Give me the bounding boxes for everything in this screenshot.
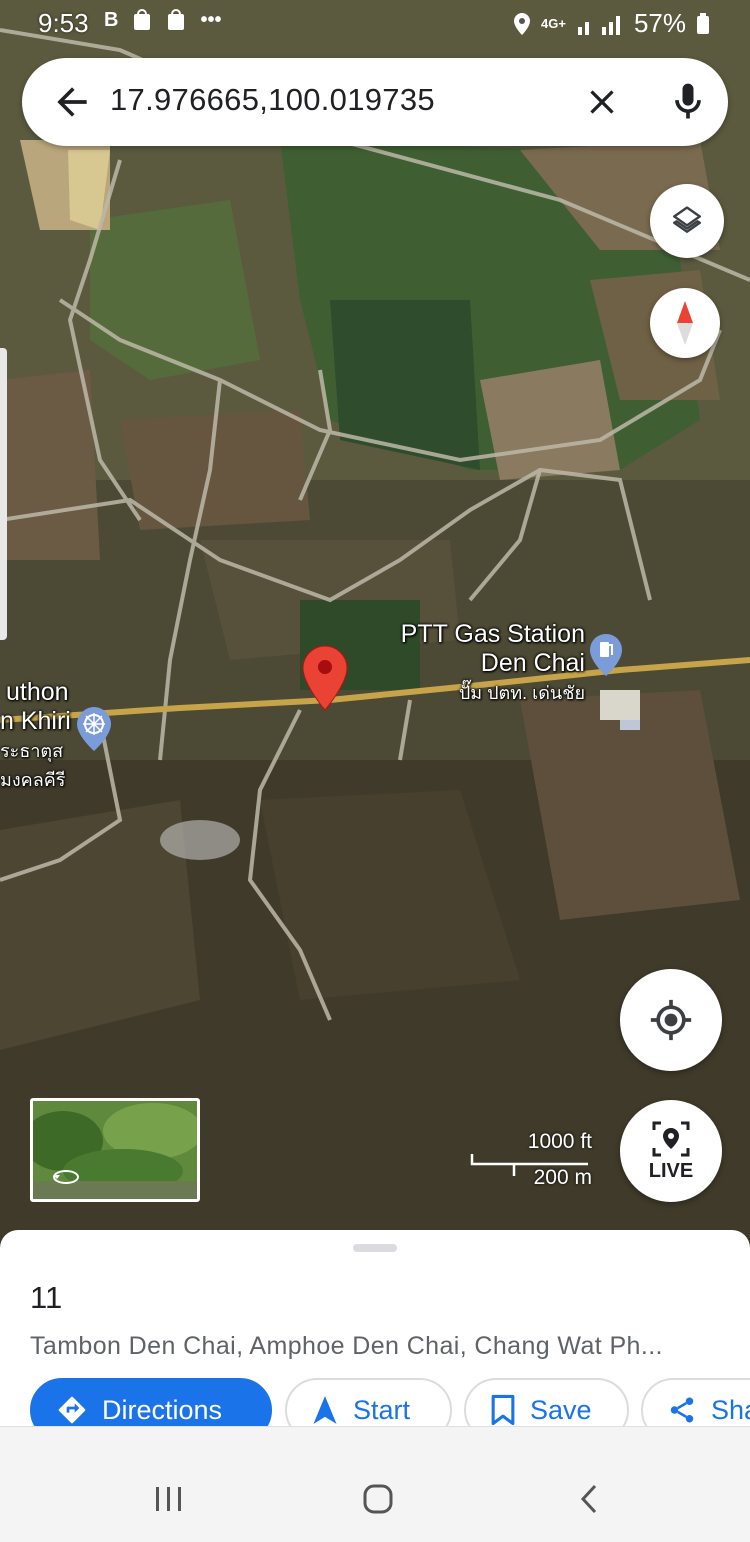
notification-icons: B ••• (104, 9, 221, 37)
recent-apps-icon[interactable] (154, 1485, 184, 1513)
save-label: Save (530, 1394, 592, 1425)
status-right: 4G+ 57% (513, 8, 710, 39)
search-bar[interactable]: 17.976665,100.019735 (22, 58, 728, 146)
my-location-button[interactable] (620, 969, 722, 1071)
gas-station-name: PTT Gas Station (400, 620, 585, 648)
layers-icon (672, 206, 702, 233)
network-type: 4G+ (541, 16, 566, 31)
status-time: 9:53 (38, 8, 89, 38)
shop-bag-icon (166, 9, 186, 37)
compass-icon (677, 301, 693, 345)
live-view-button[interactable]: LIVE (620, 1100, 722, 1202)
directions-icon (58, 1396, 86, 1424)
side-panel-handle[interactable] (0, 348, 7, 640)
start-label: Start (353, 1394, 411, 1425)
share-icon (670, 1397, 694, 1423)
temple-name-thai1: ระธาตุส (0, 741, 64, 761)
place-label-temple[interactable]: uthon n Khiri ระธาตุส มงคลคีรี (0, 678, 71, 794)
bookmark-icon (491, 1394, 515, 1426)
place-title: 11 (30, 1280, 63, 1315)
navigation-arrow-icon (313, 1396, 337, 1424)
live-label: LIVE (648, 1159, 694, 1182)
my-location-icon (650, 999, 692, 1041)
scale-imperial: 1000 ft (527, 1130, 592, 1153)
dropped-pin-marker[interactable] (302, 645, 348, 711)
sheet-drag-handle[interactable] (353, 1244, 397, 1252)
location-icon (514, 12, 531, 35)
shop-bag-icon (132, 9, 152, 37)
home-icon[interactable] (362, 1483, 394, 1515)
scale-metric: 200 m (533, 1166, 592, 1189)
gas-station-name-thai: ปั๊ม ปตท. เด่นชัย (458, 683, 585, 703)
street-view-thumbnail[interactable] (30, 1098, 200, 1202)
place-details-sheet[interactable]: 11 Tambon Den Chai, Amphoe Den Chai, Cha… (0, 1230, 750, 1442)
battery-level: 57% (633, 8, 686, 38)
battery-icon (697, 12, 709, 34)
b-app-icon: B (104, 9, 119, 31)
close-icon[interactable] (582, 82, 622, 122)
live-view-icon (652, 1121, 690, 1156)
temple-name-line2: n Khiri (0, 707, 71, 735)
gas-station-name-line2: Den Chai (480, 649, 585, 677)
signal-icon (577, 15, 620, 35)
microphone-icon[interactable] (666, 80, 710, 124)
search-query[interactable]: 17.976665,100.019735 (110, 82, 435, 118)
directions-label: Directions (102, 1394, 223, 1425)
gas-station-icon[interactable] (589, 633, 623, 677)
map-scale: 1000 ft 200 m (470, 1130, 592, 1190)
back-nav-icon[interactable] (578, 1483, 600, 1515)
status-bar: 9:53 B ••• 4G+ 57% (0, 0, 750, 46)
temple-wheel-icon[interactable] (76, 706, 112, 752)
temple-name-line1: uthon (6, 678, 69, 706)
satellite-map[interactable]: 9:53 B ••• 4G+ 57% 17.976665,100.019735 (0, 0, 750, 1235)
rotate-360-icon (53, 1170, 79, 1184)
arrow-back-icon[interactable] (50, 80, 94, 124)
system-navigation-bar (0, 1426, 750, 1542)
temple-name-thai2: มงคลคีรี (0, 770, 66, 790)
layers-button[interactable] (650, 184, 724, 258)
compass-button[interactable] (650, 288, 720, 358)
place-address: Tambon Den Chai, Amphoe Den Chai, Chang … (30, 1332, 663, 1360)
share-label: Sha (711, 1394, 750, 1425)
more-dots-icon: ••• (200, 9, 222, 31)
place-label-gas-station[interactable]: PTT Gas Station Den Chai ปั๊ม ปตท. เด่นช… (380, 620, 585, 707)
